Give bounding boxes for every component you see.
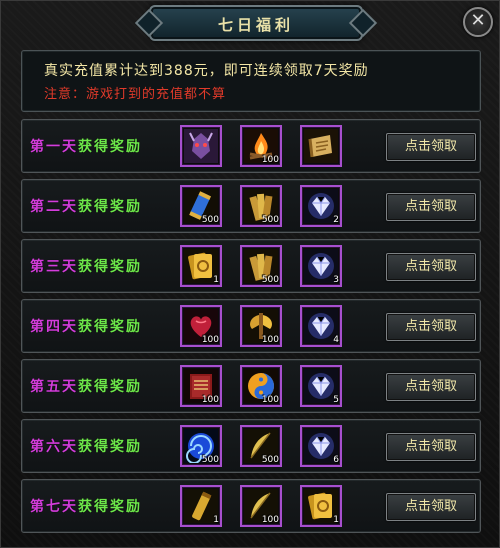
- day-label: 第七天获得奖励: [30, 496, 142, 516]
- reward-item-slot[interactable]: 500: [180, 425, 222, 467]
- day-label: 第一天获得奖励: [30, 136, 142, 156]
- reward-row: 第二天获得奖励 500 500 2 点击领取: [21, 179, 481, 233]
- reward-row: 第四天获得奖励 100 100 4 点击领取: [21, 299, 481, 353]
- item-count: 500: [201, 455, 219, 465]
- day-label-suffix: 获得奖励: [78, 499, 142, 515]
- day-label-prefix: 第五天: [30, 379, 78, 395]
- day-label: 第四天获得奖励: [30, 316, 142, 336]
- day-label-prefix: 第四天: [30, 319, 78, 335]
- reward-item-slot[interactable]: 1: [300, 485, 342, 527]
- item-count: 6: [333, 455, 339, 465]
- item-count: 500: [261, 455, 279, 465]
- claim-button[interactable]: 点击领取: [386, 493, 476, 521]
- item-count: 100: [261, 335, 279, 345]
- reward-item-slot[interactable]: 100: [240, 305, 282, 347]
- day-label-suffix: 获得奖励: [78, 439, 142, 455]
- day-label: 第二天获得奖励: [30, 196, 142, 216]
- item-count: 100: [201, 395, 219, 405]
- reward-row: 第三天获得奖励 1 500 3 点击领取: [21, 239, 481, 293]
- item-count: 5: [333, 395, 339, 405]
- claim-button[interactable]: 点击领取: [386, 373, 476, 401]
- item-count: 1: [333, 515, 339, 525]
- reward-item-slot[interactable]: 100: [240, 485, 282, 527]
- reward-item-slot[interactable]: 500: [240, 245, 282, 287]
- day-label-prefix: 第六天: [30, 439, 78, 455]
- reward-item-slot[interactable]: [180, 125, 222, 167]
- claim-button[interactable]: 点击领取: [386, 433, 476, 461]
- notice-requirement: 真实充值累计达到388元，即可连续领取7天奖励: [44, 63, 369, 79]
- reward-item-slot[interactable]: 1: [180, 485, 222, 527]
- reward-item-slot[interactable]: 500: [180, 185, 222, 227]
- reward-item-slot[interactable]: 500: [240, 425, 282, 467]
- reward-row: 第五天获得奖励 100 100 5 点击领取: [21, 359, 481, 413]
- reward-item-slot[interactable]: 100: [240, 365, 282, 407]
- item-count: 100: [261, 395, 279, 405]
- reward-item-slot[interactable]: 6: [300, 425, 342, 467]
- seven-day-reward-panel: 七日福利 ✕ 真实充值累计达到388元，即可连续领取7天奖励 注意：游戏打到的充…: [0, 0, 500, 548]
- item-count: 1: [213, 275, 219, 285]
- reward-item-slot[interactable]: 5: [300, 365, 342, 407]
- day-label-suffix: 获得奖励: [78, 319, 142, 335]
- close-icon: ✕: [470, 10, 486, 31]
- reward-item-slot[interactable]: [300, 125, 342, 167]
- notice-warning: 注意：游戏打到的充值都不算: [44, 87, 227, 102]
- item-count: 100: [261, 515, 279, 525]
- item-count: 100: [201, 335, 219, 345]
- reward-row: 第一天获得奖励 100 点击领取: [21, 119, 481, 173]
- reward-item-slot[interactable]: 3: [300, 245, 342, 287]
- claim-button[interactable]: 点击领取: [386, 193, 476, 221]
- day-label-prefix: 第三天: [30, 259, 78, 275]
- item-count: 2: [333, 215, 339, 225]
- title-plate: 七日福利: [149, 5, 363, 41]
- day-label: 第六天获得奖励: [30, 436, 142, 456]
- day-label-suffix: 获得奖励: [78, 259, 142, 275]
- item-count: 1: [213, 515, 219, 525]
- reward-item-slot[interactable]: 100: [240, 125, 282, 167]
- reward-row: 第七天获得奖励 1 100 1 点击领取: [21, 479, 481, 533]
- reward-item-slot[interactable]: 4: [300, 305, 342, 347]
- window-title: 七日福利: [217, 16, 294, 34]
- reward-row: 第六天获得奖励 500 500 6 点击领取: [21, 419, 481, 473]
- item-count: 500: [201, 215, 219, 225]
- day-label-prefix: 第七天: [30, 499, 78, 515]
- day-label-prefix: 第一天: [30, 139, 78, 155]
- reward-item-slot[interactable]: 2: [300, 185, 342, 227]
- reward-item-slot[interactable]: 100: [180, 365, 222, 407]
- day-label-suffix: 获得奖励: [78, 379, 142, 395]
- close-button[interactable]: ✕: [463, 7, 493, 37]
- notice-box: 真实充值累计达到388元，即可连续领取7天奖励 注意：游戏打到的充值都不算: [21, 50, 481, 112]
- day-label: 第五天获得奖励: [30, 376, 142, 396]
- day-label-suffix: 获得奖励: [78, 199, 142, 215]
- item-count: 3: [333, 275, 339, 285]
- reward-item-slot[interactable]: 500: [240, 185, 282, 227]
- reward-item-slot[interactable]: 1: [180, 245, 222, 287]
- claim-button[interactable]: 点击领取: [386, 253, 476, 281]
- day-label: 第三天获得奖励: [30, 256, 142, 276]
- item-count: 4: [333, 335, 339, 345]
- claim-button[interactable]: 点击领取: [386, 133, 476, 161]
- item-count: 100: [261, 155, 279, 165]
- day-label-suffix: 获得奖励: [78, 139, 142, 155]
- item-count: 500: [261, 275, 279, 285]
- item-count: 500: [261, 215, 279, 225]
- claim-button[interactable]: 点击领取: [386, 313, 476, 341]
- reward-item-slot[interactable]: 100: [180, 305, 222, 347]
- day-label-prefix: 第二天: [30, 199, 78, 215]
